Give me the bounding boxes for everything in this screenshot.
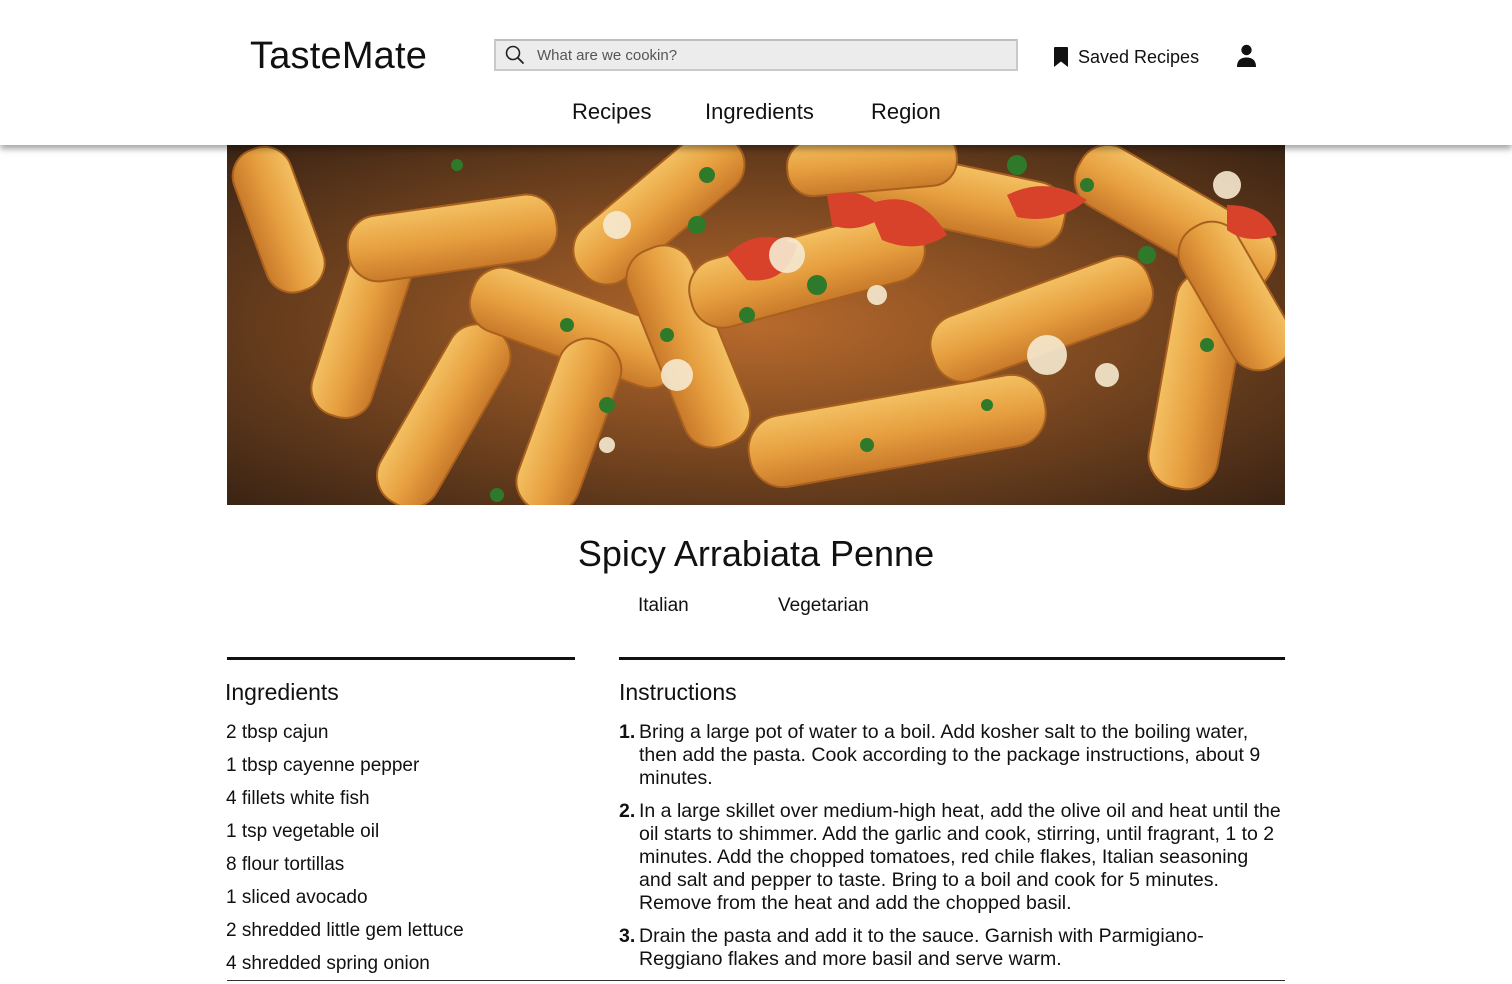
search-input[interactable] bbox=[537, 42, 997, 68]
nav-ingredients[interactable]: Ingredients bbox=[705, 99, 814, 125]
step-number: 2. bbox=[619, 800, 636, 822]
bookmark-icon bbox=[1052, 46, 1070, 68]
ingredient-item: 1 sliced avocado bbox=[226, 887, 368, 908]
tag-diet[interactable]: Vegetarian bbox=[778, 594, 869, 618]
ingredient-item: 8 flour tortillas bbox=[226, 854, 345, 875]
instruction-step: 1. Bring a large pot of water to a boil.… bbox=[619, 721, 1281, 790]
ingredient-item: 1 tbsp cayenne pepper bbox=[226, 755, 420, 776]
instruction-step: 2. In a large skillet over medium-high h… bbox=[619, 800, 1281, 915]
instructions-divider bbox=[619, 657, 1285, 660]
step-text: Bring a large pot of water to a boil. Ad… bbox=[639, 721, 1261, 789]
ingredient-item: 4 fillets white fish bbox=[226, 788, 370, 809]
recipe-hero-image bbox=[227, 145, 1285, 505]
main-nav: Recipes Ingredients Region bbox=[0, 99, 1512, 127]
step-text: Drain the pasta and add it to the sauce.… bbox=[639, 925, 1204, 970]
ingredient-item: 1 tsp vegetable oil bbox=[226, 821, 380, 842]
logo[interactable]: TasteMate bbox=[250, 34, 427, 78]
nav-recipes[interactable]: Recipes bbox=[572, 99, 651, 125]
ingredient-item: 2 shredded little gem lettuce bbox=[226, 920, 464, 941]
instructions-list: 1. Bring a large pot of water to a boil.… bbox=[619, 721, 1281, 981]
ingredients-divider bbox=[227, 657, 575, 660]
nav-region[interactable]: Region bbox=[871, 99, 941, 125]
ingredients-heading: Ingredients bbox=[225, 679, 339, 705]
instructions-heading: Instructions bbox=[619, 679, 737, 705]
ingredient-item: 2 tbsp cajun bbox=[226, 722, 329, 743]
step-text: In a large skillet over medium-high heat… bbox=[639, 800, 1281, 914]
ingredients-list: 2 tbsp cajun 1 tbsp cayenne pepper 4 fil… bbox=[226, 720, 576, 984]
instruction-step: 3. Drain the pasta and add it to the sau… bbox=[619, 925, 1281, 971]
user-icon[interactable] bbox=[1236, 44, 1257, 68]
search-bar[interactable] bbox=[494, 39, 1018, 71]
site-header: TasteMate Saved Recipes Recipes Ingredie… bbox=[0, 0, 1512, 145]
bottom-divider bbox=[227, 980, 1285, 981]
saved-recipes-button[interactable]: Saved Recipes bbox=[1052, 44, 1199, 70]
step-number: 3. bbox=[619, 925, 636, 947]
tag-cuisine[interactable]: Italian bbox=[638, 594, 689, 618]
saved-recipes-label: Saved Recipes bbox=[1078, 46, 1200, 67]
search-icon bbox=[505, 45, 525, 65]
step-number: 1. bbox=[619, 721, 636, 743]
recipe-title: Spicy Arrabiata Penne bbox=[577, 533, 935, 574]
